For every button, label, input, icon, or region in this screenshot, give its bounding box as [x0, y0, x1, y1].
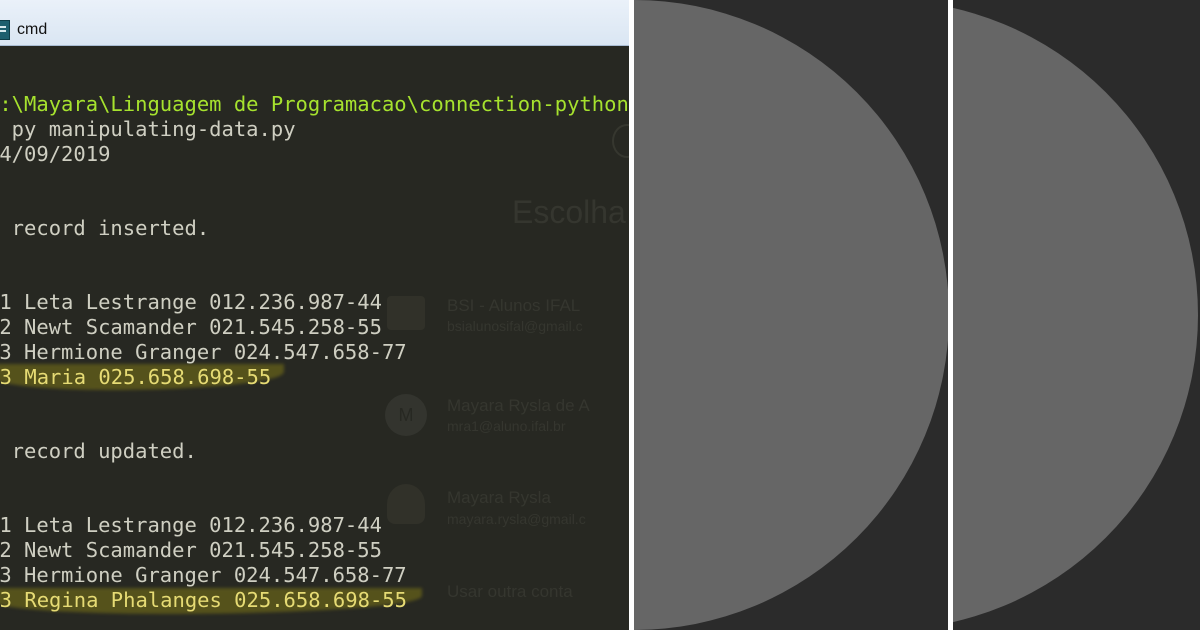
console-output[interactable]: Escolha BSI - Alunos IFAL bsialunosifal@…: [0, 46, 630, 630]
ghost-account-name: Mayara Rysla de A: [447, 396, 590, 415]
console-line-record: 23 Hermione Granger 024.547.658-77: [0, 563, 407, 587]
ghost-circle-icon: [612, 124, 630, 158]
ghost-group-avatar-icon: [387, 296, 425, 330]
ghost-account-name: BSI - Alunos IFAL: [447, 296, 581, 315]
half-circle-shape: [634, 0, 948, 630]
console-line-record: 23 Hermione Granger 024.547.658-77: [0, 340, 407, 364]
ghost-account-email: bsialunosifal@gmail.c: [447, 318, 583, 334]
ghost-avatar-letter: M: [398, 405, 414, 425]
console-line-record: 21 Leta Lestrange 012.236.987-44: [0, 513, 382, 537]
console-line-record-highlighted: 123 Regina Phalanges 025.658.698-55: [0, 588, 407, 612]
console-line-record: 21 Leta Lestrange 012.236.987-44: [0, 290, 382, 314]
window-title: cmd: [17, 21, 48, 38]
console-line-record: 22 Newt Scamander 021.545.258-55: [0, 538, 382, 562]
decorative-panel: [953, 0, 1200, 630]
decorative-panel: [634, 0, 948, 630]
ghost-profile-avatar-icon: [387, 484, 425, 524]
console-line-path: C:\Mayara\Linguagem de Programacao\conne…: [0, 92, 629, 116]
console-line-record-highlighted: 123 Maria 025.658.698-55: [0, 365, 272, 389]
console-line-date: 04/09/2019: [0, 142, 111, 166]
window-titlebar[interactable]: cmd: [0, 0, 630, 46]
ghost-account-email: mra1@aluno.ifal.br: [447, 418, 566, 434]
ghost-account-name: Mayara Rysla: [447, 488, 551, 507]
ghost-heading: Escolha: [512, 194, 626, 230]
cmd-window: cmd Escolha BSI - Alunos IFAL bsialunosi…: [0, 0, 630, 630]
ghost-account-email: mayara.rysla@gmail.c: [447, 511, 586, 527]
half-circle-shape: [953, 0, 1198, 630]
screenshot-composite: cmd Escolha BSI - Alunos IFAL bsialunosi…: [0, 0, 1200, 630]
cmd-terminal-icon: [0, 20, 10, 40]
ghost-avatar: M: [385, 394, 427, 436]
console-line-record: 22 Newt Scamander 021.545.258-55: [0, 315, 382, 339]
ghost-other-account: Usar outra conta: [447, 582, 573, 601]
console-line-status: 1 record inserted.: [0, 216, 210, 240]
console-line-command: λ py manipulating-data.py: [0, 117, 296, 141]
console-line-status: 1 record updated.: [0, 439, 197, 463]
